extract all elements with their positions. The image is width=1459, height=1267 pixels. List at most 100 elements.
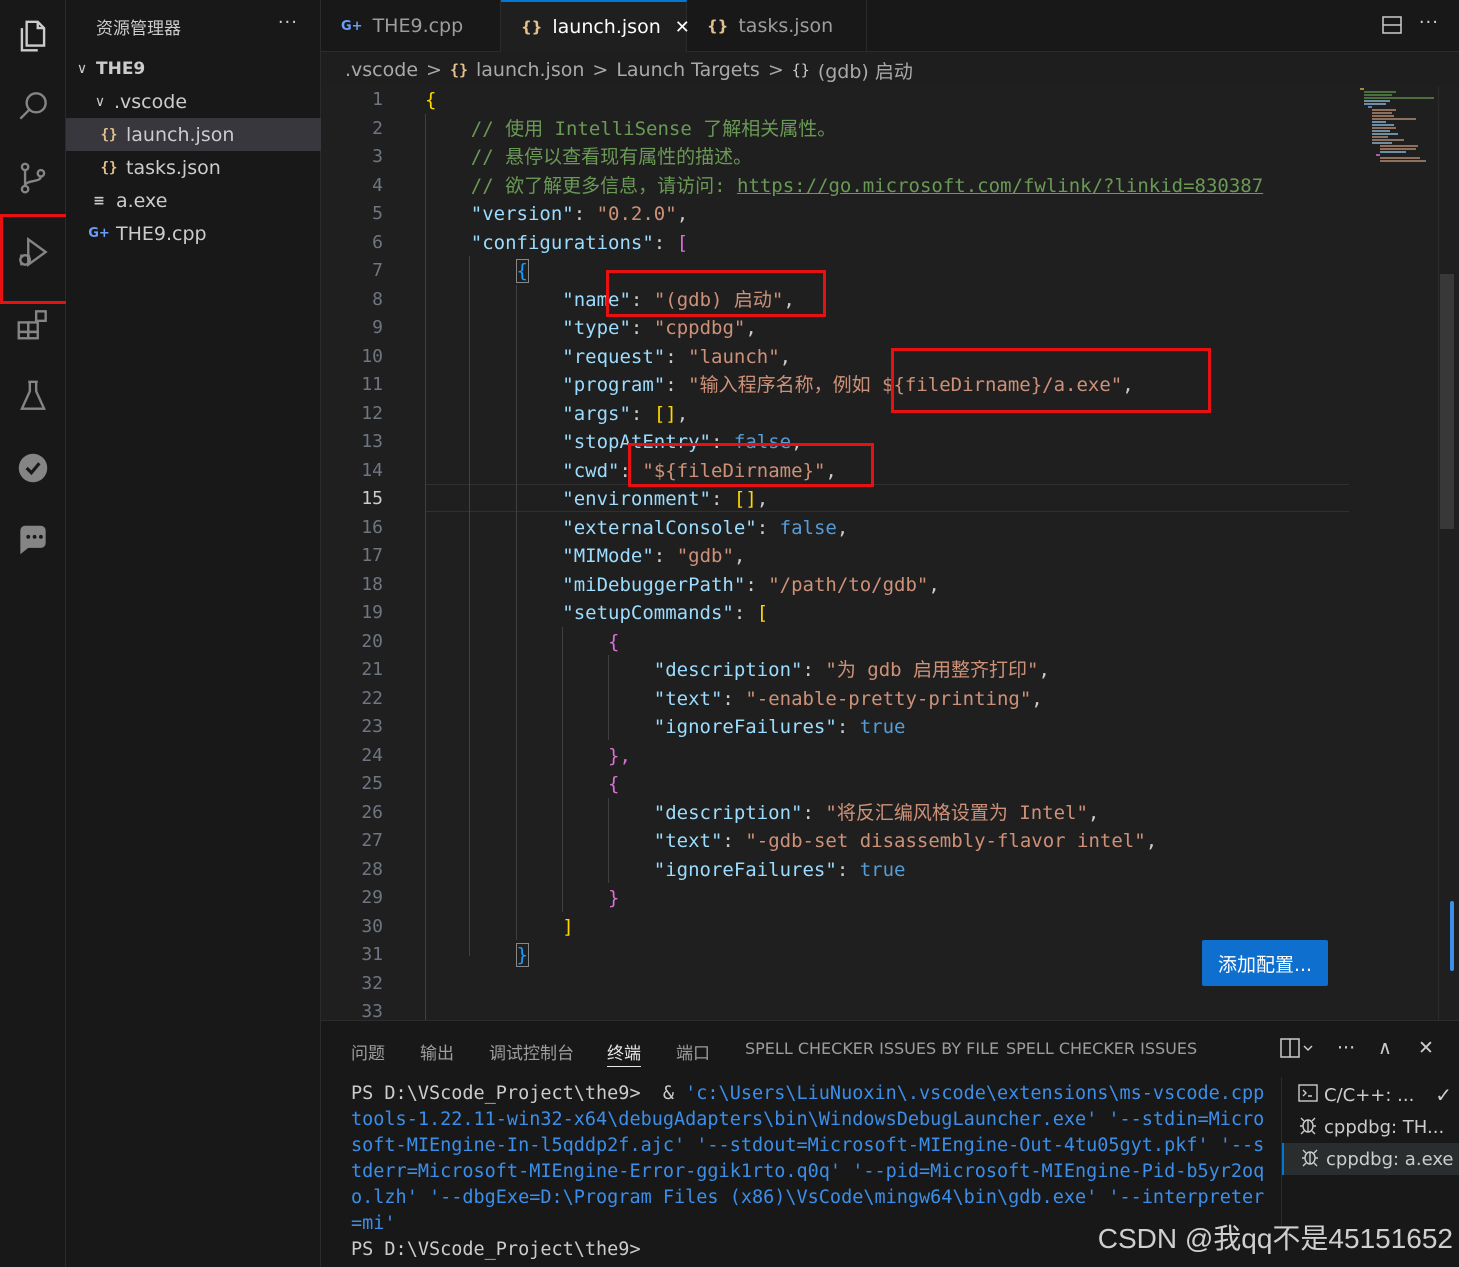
split-editor-icon[interactable] [1381,14,1403,40]
breadcrumb-item[interactable]: Launch Targets [616,59,760,81]
chevron-down-icon: ∨ [76,60,88,77]
comment: // 欲了解更多信息，请访问: [470,174,737,197]
tree-item-the9-cpp[interactable]: G+ THE9.cpp [66,217,321,250]
json-key: "environment" [562,488,711,510]
sidebar-title: 资源管理器 [96,19,181,39]
json-string: "-enable-pretty-printing" [745,687,1032,710]
tab-tasks-json[interactable]: {} tasks.json [687,0,867,52]
line-number: 30 [361,915,383,937]
comment-link[interactable]: https://go.microsoft.com/fwlink/?linkid=… [737,175,1263,197]
testing-icon[interactable] [0,366,66,426]
line-number: 19 [361,602,383,623]
file-lines-icon: ≡ [93,192,105,209]
terminal-list-item[interactable]: C/C++: ... ✓ [1282,1079,1459,1111]
tree-folder-vscode[interactable]: ∨ .vscode [66,85,321,118]
source-control-icon[interactable] [0,148,66,208]
tree-label: launch.json [126,123,235,146]
json-key: "request" [562,345,666,368]
json-key: "miDebuggerPath" [562,573,746,596]
json-boolean: true [859,858,906,881]
terminal-list-item[interactable]: cppdbg: TH... [1282,1111,1459,1143]
json-key: "type" [562,317,631,339]
editor-tab-bar: G+ THE9.cpp {} launch.json ✕ {} tasks.js… [321,0,1459,52]
json-key: "args" [562,402,631,425]
panel-tab-ports[interactable]: 端口 [676,1039,710,1067]
json-string: "cppdbg" [653,317,746,339]
brace: { [608,630,620,653]
breadcrumb-item[interactable]: (gdb) 启动 [818,57,913,84]
panel-tab-spell-issues[interactable]: SPELL CHECKER ISSUES [1006,1039,1197,1067]
json-string: "为 gdb 启用整齐打印" [825,659,1039,681]
json-string: "将反汇编风格设置为 Intel" [825,801,1088,824]
line-number: 1 [372,89,383,110]
maximize-panel-icon[interactable]: ∧ [1378,1037,1392,1059]
code-editor[interactable]: 1 2 3 4 5 6 7 8 9 10 11 12 13 14 15 16 17 18 19 20 21 22 23 24 2… [321,86,1459,1020]
tree-folder-the9[interactable]: ∨ THE9 [66,52,321,85]
line-number: 16 [361,516,383,538]
json-file-icon: {} [100,126,118,143]
line-number: 32 [361,972,383,994]
code-line-24: }, [425,742,631,771]
terminal-icon [1298,1083,1318,1107]
cpp-file-icon: G+ [341,18,363,34]
code-line-2: // 使用 IntelliSense 了解相关属性。 [425,115,836,144]
explorer-icon[interactable] [0,6,66,66]
terminal-prompt: PS D:\VScode_Project\the9> [351,1239,641,1260]
more-actions-icon[interactable]: ··· [1419,12,1439,33]
panel-tab-output[interactable]: 输出 [420,1039,454,1067]
line-number: 18 [361,573,383,595]
chevron-right-icon: > [592,59,609,81]
line-number: 25 [361,773,383,794]
tree-item-tasks-json[interactable]: {} tasks.json [66,151,321,184]
checkmark-circle-icon[interactable] [0,438,66,498]
comment: // 使用 IntelliSense 了解相关属性。 [470,117,837,140]
json-key: "ignoreFailures" [653,716,837,738]
search-icon[interactable] [0,76,66,136]
line-number: 23 [361,716,383,737]
close-panel-icon[interactable]: ✕ [1418,1037,1434,1059]
tab-label: THE9.cpp [372,15,464,37]
panel-tab-spell-by-file[interactable]: SPELL CHECKER ISSUES BY FILE [745,1039,999,1067]
terminal-list-label: cppdbg: a.exe [1326,1148,1454,1170]
line-number: 12 [361,402,383,424]
panel-tab-problems[interactable]: 问题 [351,1039,385,1067]
annotation-box-debug [0,214,73,304]
terminal-list-label: cppdbg: TH... [1324,1116,1445,1138]
terminal-list-item[interactable]: cppdbg: a.exe [1282,1143,1459,1175]
line-number: 20 [361,630,383,652]
line-number: 13 [361,431,383,452]
terminal-line: o.lzh' '--dbgExe=D:\Program Files (x86)\… [351,1187,1265,1208]
json-key: "configurations" [470,231,654,254]
panel-tab-debug-console[interactable]: 调试控制台 [489,1039,574,1067]
tab-the9-cpp[interactable]: G+ THE9.cpp [321,0,501,52]
line-number: 27 [361,830,383,851]
json-string: "0.2.0" [596,203,677,225]
more-actions-icon[interactable]: ··· [278,12,298,33]
add-configuration-button[interactable]: 添加配置... [1202,940,1328,986]
chat-icon[interactable] [0,510,66,570]
minimap[interactable] [1356,86,1438,166]
json-boolean: false [779,516,837,539]
code-line-22: "text": "-enable-pretty-printing", [653,687,1043,710]
breadcrumb-item[interactable]: launch.json [476,59,584,81]
breadcrumb-item[interactable]: .vscode [345,59,418,81]
tree-item-a-exe[interactable]: ≡ a.exe [66,184,321,217]
debug-icon [1298,1115,1318,1140]
panel-tab-terminal[interactable]: 终端 [607,1039,641,1067]
tree-item-launch-json[interactable]: {} launch.json [66,118,321,151]
line-number: 31 [361,944,383,965]
tree-label: .vscode [114,90,188,113]
scrollbar-track [1438,86,1439,1020]
line-number: 24 [361,744,383,766]
brace: { [425,89,437,111]
line-number: 2 [372,117,383,139]
code-line-31: } [425,941,530,970]
vertical-scrollbar[interactable] [1440,274,1454,529]
code-line-19: "setupCommands": [ [562,602,769,624]
more-actions-icon[interactable]: ··· [1337,1037,1355,1059]
split-terminal-icon[interactable] [1279,1037,1315,1064]
line-number: 14 [361,459,383,481]
json-file-icon: {} [521,18,543,36]
tab-launch-json[interactable]: {} launch.json ✕ [501,0,690,52]
line-number: 9 [372,317,383,338]
